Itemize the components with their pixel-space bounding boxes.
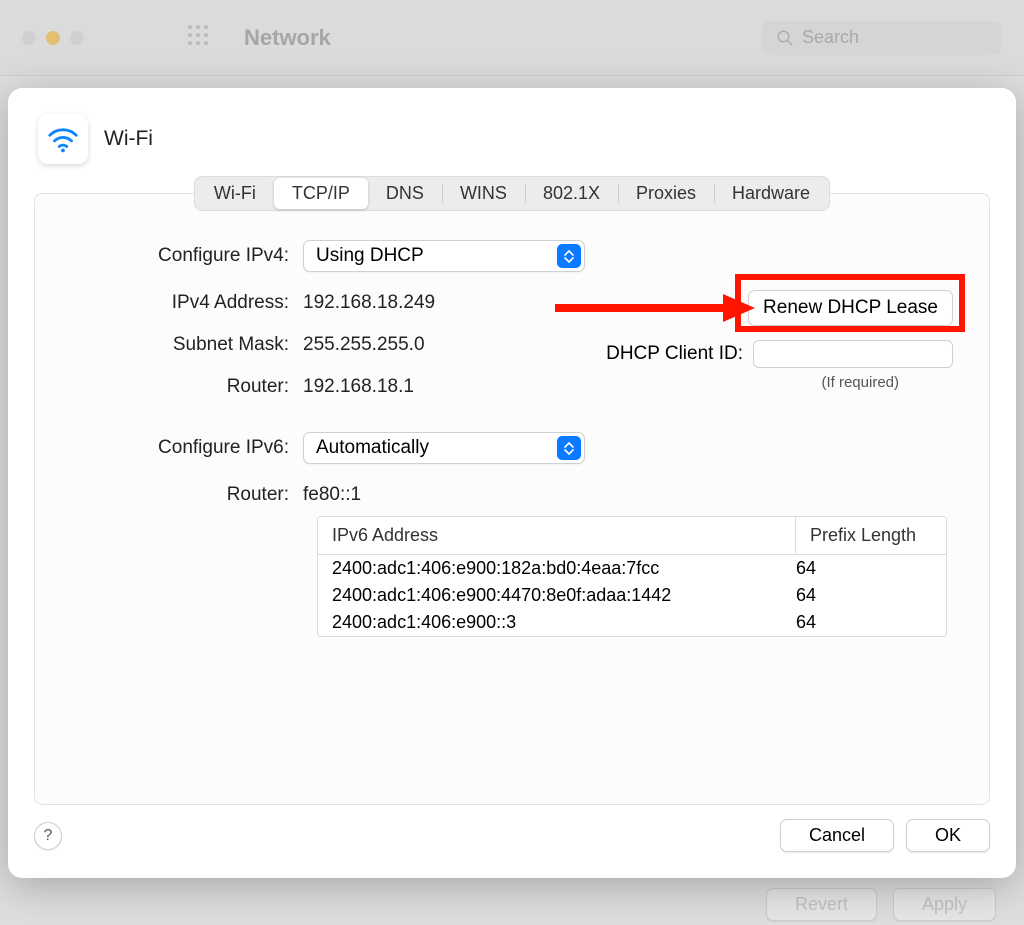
subnet-mask-label: Subnet Mask: xyxy=(73,334,303,356)
network-advanced-sheet: Wi-Fi Wi-Fi TCP/IP DNS WINS 802.1X Proxi… xyxy=(8,88,1016,878)
zoom-icon[interactable] xyxy=(70,31,84,45)
wifi-icon xyxy=(38,114,88,164)
ipv6-address-table: IPv6 Address Prefix Length 2400:adc1:406… xyxy=(317,516,947,637)
search-placeholder: Search xyxy=(802,27,859,48)
dhcp-client-id-label: DHCP Client ID: xyxy=(606,343,743,365)
chevron-up-down-icon xyxy=(557,244,581,268)
ipv6-router-value: fe80::1 xyxy=(303,484,361,506)
search-input[interactable]: Search xyxy=(762,21,1002,55)
tab-hardware[interactable]: Hardware xyxy=(714,178,828,209)
background-buttons: Revert Apply xyxy=(766,888,996,921)
table-row[interactable]: 2400:adc1:406:e900::3 64 xyxy=(318,609,946,636)
tab-8021x[interactable]: 802.1X xyxy=(525,178,618,209)
ipv6-col-prefix[interactable]: Prefix Length xyxy=(796,517,946,554)
search-icon xyxy=(776,29,794,47)
tcpip-panel: Configure IPv4: Using DHCP IPv4 Address:… xyxy=(34,193,990,805)
dhcp-client-id-input[interactable] xyxy=(753,340,953,368)
if-required-hint: (If required) xyxy=(821,374,899,391)
minimize-icon[interactable] xyxy=(46,31,60,45)
titlebar: Network Search xyxy=(0,0,1024,76)
traffic-lights xyxy=(22,31,84,45)
configure-ipv4-label: Configure IPv4: xyxy=(73,245,303,267)
table-row[interactable]: 2400:adc1:406:e900:182a:bd0:4eaa:7fcc 64 xyxy=(318,555,946,582)
renew-dhcp-lease-button[interactable]: Renew DHCP Lease xyxy=(748,290,953,326)
tab-tcpip[interactable]: TCP/IP xyxy=(274,178,368,209)
table-row[interactable]: 2400:adc1:406:e900:4470:8e0f:adaa:1442 6… xyxy=(318,582,946,609)
ipv6-col-address[interactable]: IPv6 Address xyxy=(318,517,796,554)
ipv4-router-label: Router: xyxy=(73,376,303,398)
ok-button[interactable]: OK xyxy=(906,819,990,852)
subnet-mask-value: 255.255.255.0 xyxy=(303,334,425,356)
revert-button[interactable]: Revert xyxy=(766,888,877,921)
help-button[interactable]: ? xyxy=(34,822,62,850)
configure-ipv6-value: Automatically xyxy=(316,437,429,459)
window-title: Network xyxy=(244,25,331,51)
chevron-up-down-icon xyxy=(557,436,581,460)
sheet-title: Wi-Fi xyxy=(104,127,153,151)
configure-ipv6-select[interactable]: Automatically xyxy=(303,432,585,464)
tab-wins[interactable]: WINS xyxy=(442,178,525,209)
configure-ipv4-value: Using DHCP xyxy=(316,245,424,267)
ipv4-router-value: 192.168.18.1 xyxy=(303,376,414,398)
configure-ipv4-select[interactable]: Using DHCP xyxy=(303,240,585,272)
tab-bar: Wi-Fi TCP/IP DNS WINS 802.1X Proxies Har… xyxy=(34,176,990,211)
ipv4-address-label: IPv4 Address: xyxy=(73,292,303,314)
cancel-button[interactable]: Cancel xyxy=(780,819,894,852)
close-icon[interactable] xyxy=(22,31,36,45)
ipv6-router-label: Router: xyxy=(73,484,303,506)
ipv4-address-value: 192.168.18.249 xyxy=(303,292,435,314)
nav-arrows xyxy=(132,29,154,47)
tab-wifi[interactable]: Wi-Fi xyxy=(196,178,274,209)
tab-proxies[interactable]: Proxies xyxy=(618,178,714,209)
tab-dns[interactable]: DNS xyxy=(368,178,442,209)
configure-ipv6-label: Configure IPv6: xyxy=(73,437,303,459)
show-all-icon[interactable] xyxy=(186,23,210,52)
apply-button[interactable]: Apply xyxy=(893,888,996,921)
